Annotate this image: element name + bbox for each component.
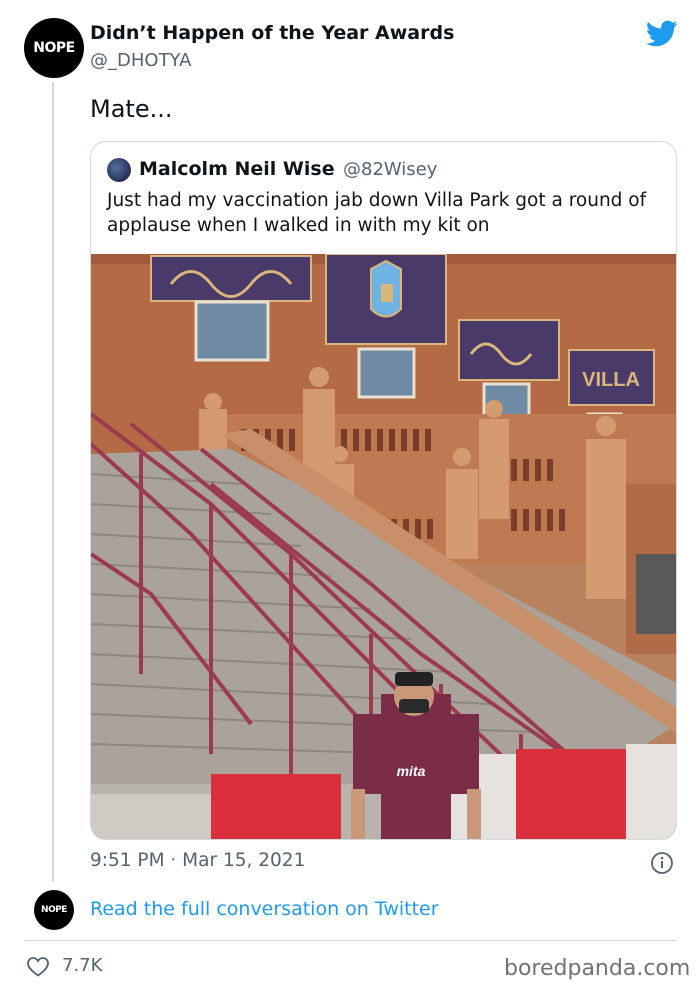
quoted-tweet-card[interactable]: Malcolm Neil Wise @82Wisey Just had my v…	[90, 141, 677, 840]
heart-icon[interactable]	[26, 955, 50, 979]
quoted-author-name[interactable]: Malcolm Neil Wise	[139, 158, 335, 180]
quoted-author-avatar[interactable]	[107, 158, 131, 182]
author-name[interactable]: Didn’t Happen of the Year Awards	[90, 22, 454, 44]
tweet-timestamp[interactable]: 9:51 PM · Mar 15, 2021	[90, 850, 305, 871]
twitter-bird-icon[interactable]	[646, 20, 678, 48]
tweet-text: Mate...	[90, 95, 173, 123]
author-avatar[interactable]: NOPE	[24, 18, 84, 78]
quoted-tweet-text: Just had my vaccination jab down Villa P…	[107, 190, 647, 236]
info-icon[interactable]	[650, 851, 674, 875]
thread-line	[52, 82, 54, 882]
like-count: 7.7K	[62, 955, 103, 976]
watermark: boredpanda.com	[504, 956, 691, 981]
shirt-sponsor-text: mita	[397, 763, 426, 779]
footer-avatar[interactable]: NOPE	[34, 890, 74, 930]
divider	[24, 940, 677, 941]
author-handle[interactable]: @_DHOTYA	[90, 50, 191, 71]
quoted-author-handle[interactable]: @82Wisey	[343, 159, 437, 180]
read-conversation-link[interactable]: Read the full conversation on Twitter	[90, 898, 439, 920]
stadium-photo[interactable]: VILLA mita	[91, 254, 677, 840]
stadium-sign-text: VILLA	[582, 369, 640, 391]
